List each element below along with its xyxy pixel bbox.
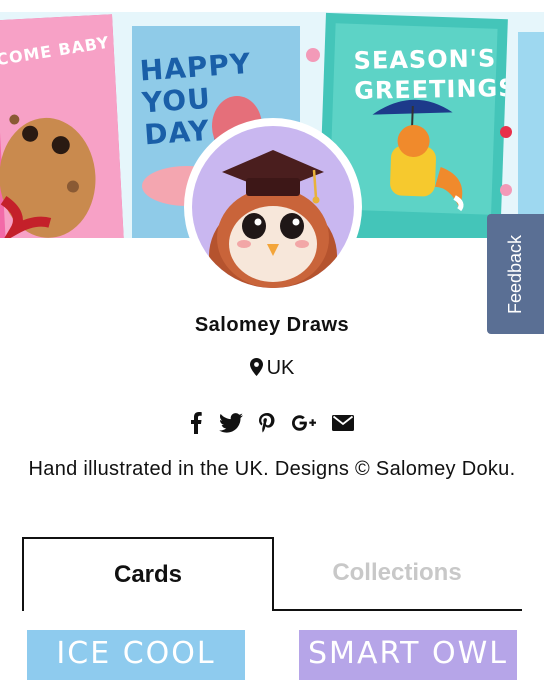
giraffe-illustration bbox=[0, 114, 96, 238]
product-card[interactable]: ICE COOL bbox=[27, 630, 245, 680]
product-card-title: SMART OWL bbox=[308, 636, 508, 671]
banner-card-baby: COME BABY bbox=[0, 14, 124, 238]
map-pin-icon bbox=[249, 358, 263, 376]
banner-card-baby-text: COME BABY bbox=[0, 32, 111, 70]
profile-bio: Hand illustrated in the UK. Designs © Sa… bbox=[28, 458, 516, 480]
decor-dot bbox=[500, 184, 512, 196]
facebook-icon[interactable] bbox=[190, 411, 202, 435]
fox-umbrella-illustration bbox=[372, 99, 464, 212]
product-card-title: ICE COOL bbox=[56, 636, 216, 671]
profile-name: Salomey Draws bbox=[194, 314, 350, 336]
google-plus-icon[interactable] bbox=[291, 411, 316, 435]
decor-dot bbox=[500, 126, 512, 138]
profile-location: UK bbox=[0, 357, 544, 380]
profile-tabs: Cards Collections bbox=[22, 537, 522, 611]
location-text: UK bbox=[266, 357, 295, 379]
tab-collections[interactable]: Collections bbox=[272, 537, 522, 611]
pinterest-icon[interactable] bbox=[259, 411, 275, 435]
email-icon[interactable] bbox=[332, 411, 354, 435]
social-links bbox=[190, 411, 354, 435]
profile-avatar bbox=[184, 118, 362, 296]
banner-card-partial bbox=[518, 32, 544, 238]
product-card[interactable]: SMART OWL bbox=[299, 630, 517, 680]
owl-graduate-icon bbox=[209, 150, 337, 288]
decor-dot bbox=[306, 48, 320, 62]
twitter-icon[interactable] bbox=[218, 411, 243, 435]
feedback-label: Feedback bbox=[505, 234, 525, 314]
tab-cards[interactable]: Cards bbox=[22, 537, 274, 611]
